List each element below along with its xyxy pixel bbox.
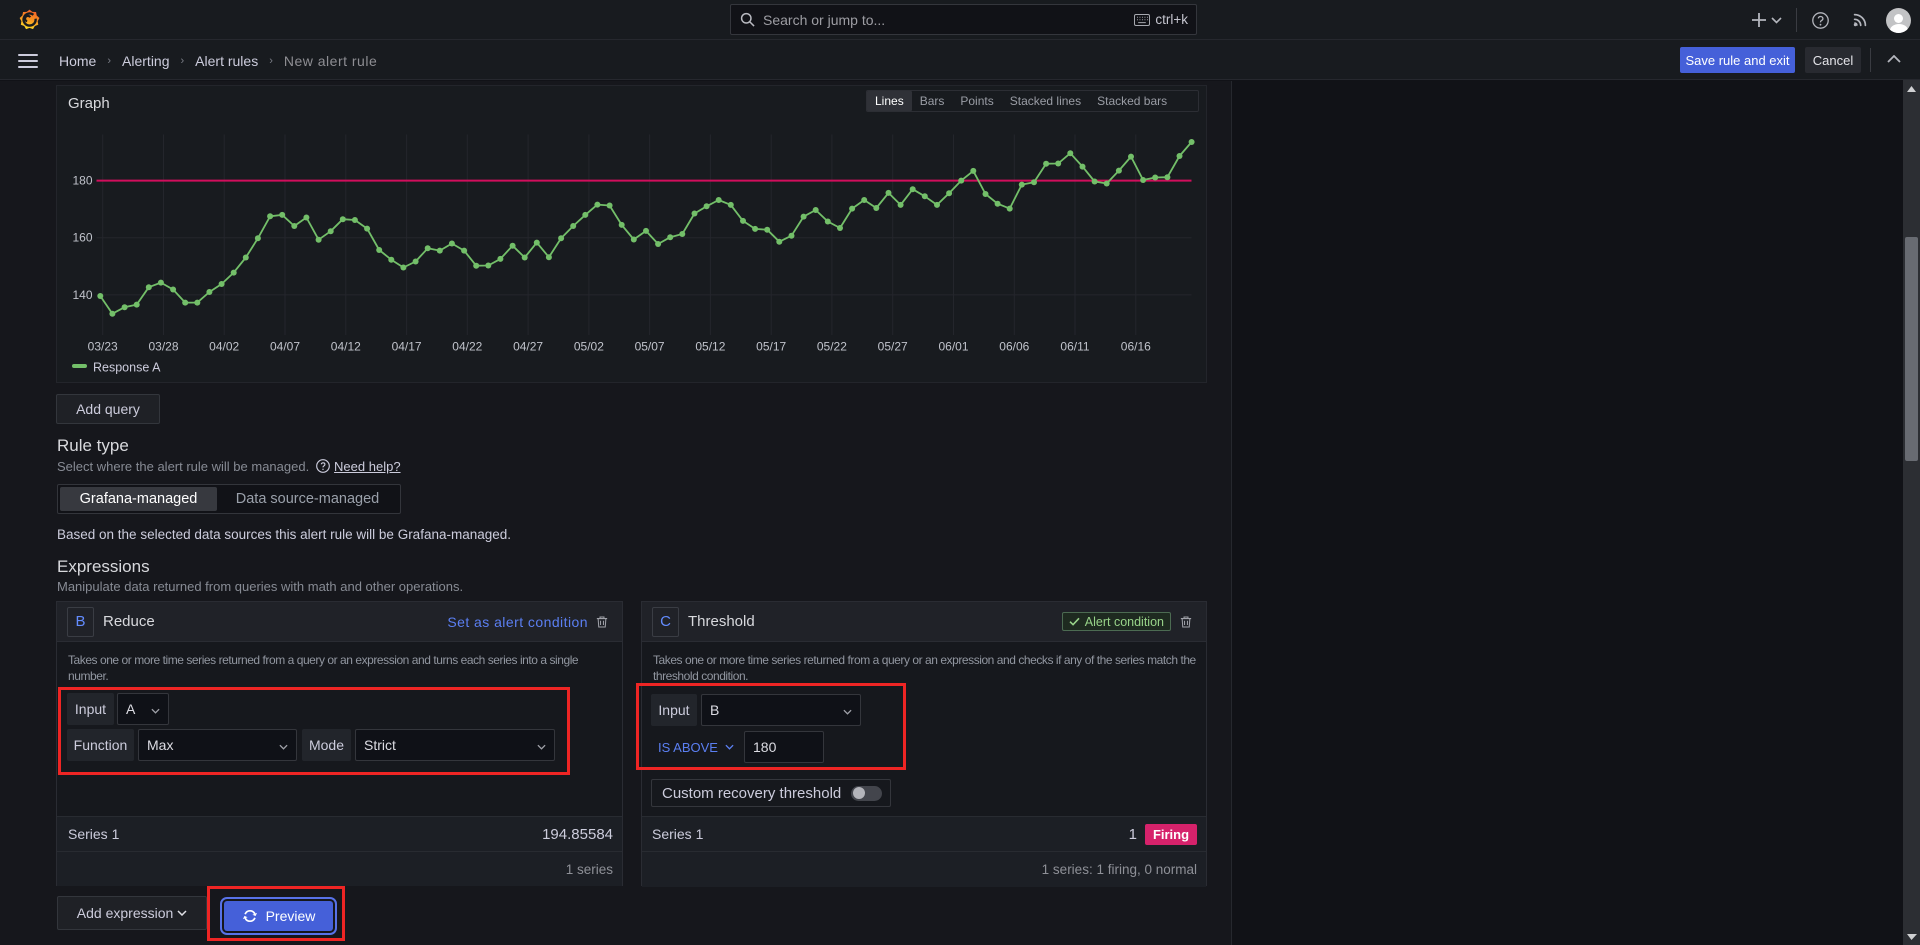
svg-text:04/22: 04/22 (452, 340, 482, 354)
svg-text:06/06: 06/06 (999, 340, 1029, 354)
svg-text:04/17: 04/17 (392, 340, 422, 354)
svg-text:04/27: 04/27 (513, 340, 543, 354)
svg-text:06/11: 06/11 (1060, 340, 1089, 354)
svg-text:05/02: 05/02 (574, 340, 604, 354)
svg-text:05/12: 05/12 (695, 340, 725, 354)
svg-text:06/16: 06/16 (1121, 340, 1151, 354)
svg-text:05/07: 05/07 (635, 340, 665, 354)
svg-text:160: 160 (72, 231, 92, 245)
svg-text:05/17: 05/17 (756, 340, 786, 354)
svg-text:03/28: 03/28 (148, 340, 178, 354)
svg-text:05/22: 05/22 (817, 340, 847, 354)
svg-text:06/01: 06/01 (938, 340, 968, 354)
svg-text:140: 140 (72, 288, 92, 302)
svg-text:04/02: 04/02 (209, 340, 239, 354)
svg-text:04/12: 04/12 (331, 340, 361, 354)
svg-text:180: 180 (72, 174, 92, 188)
svg-text:Response A: Response A (93, 361, 161, 375)
svg-text:04/07: 04/07 (270, 340, 300, 354)
svg-text:05/27: 05/27 (878, 340, 908, 354)
svg-text:03/23: 03/23 (88, 340, 118, 354)
